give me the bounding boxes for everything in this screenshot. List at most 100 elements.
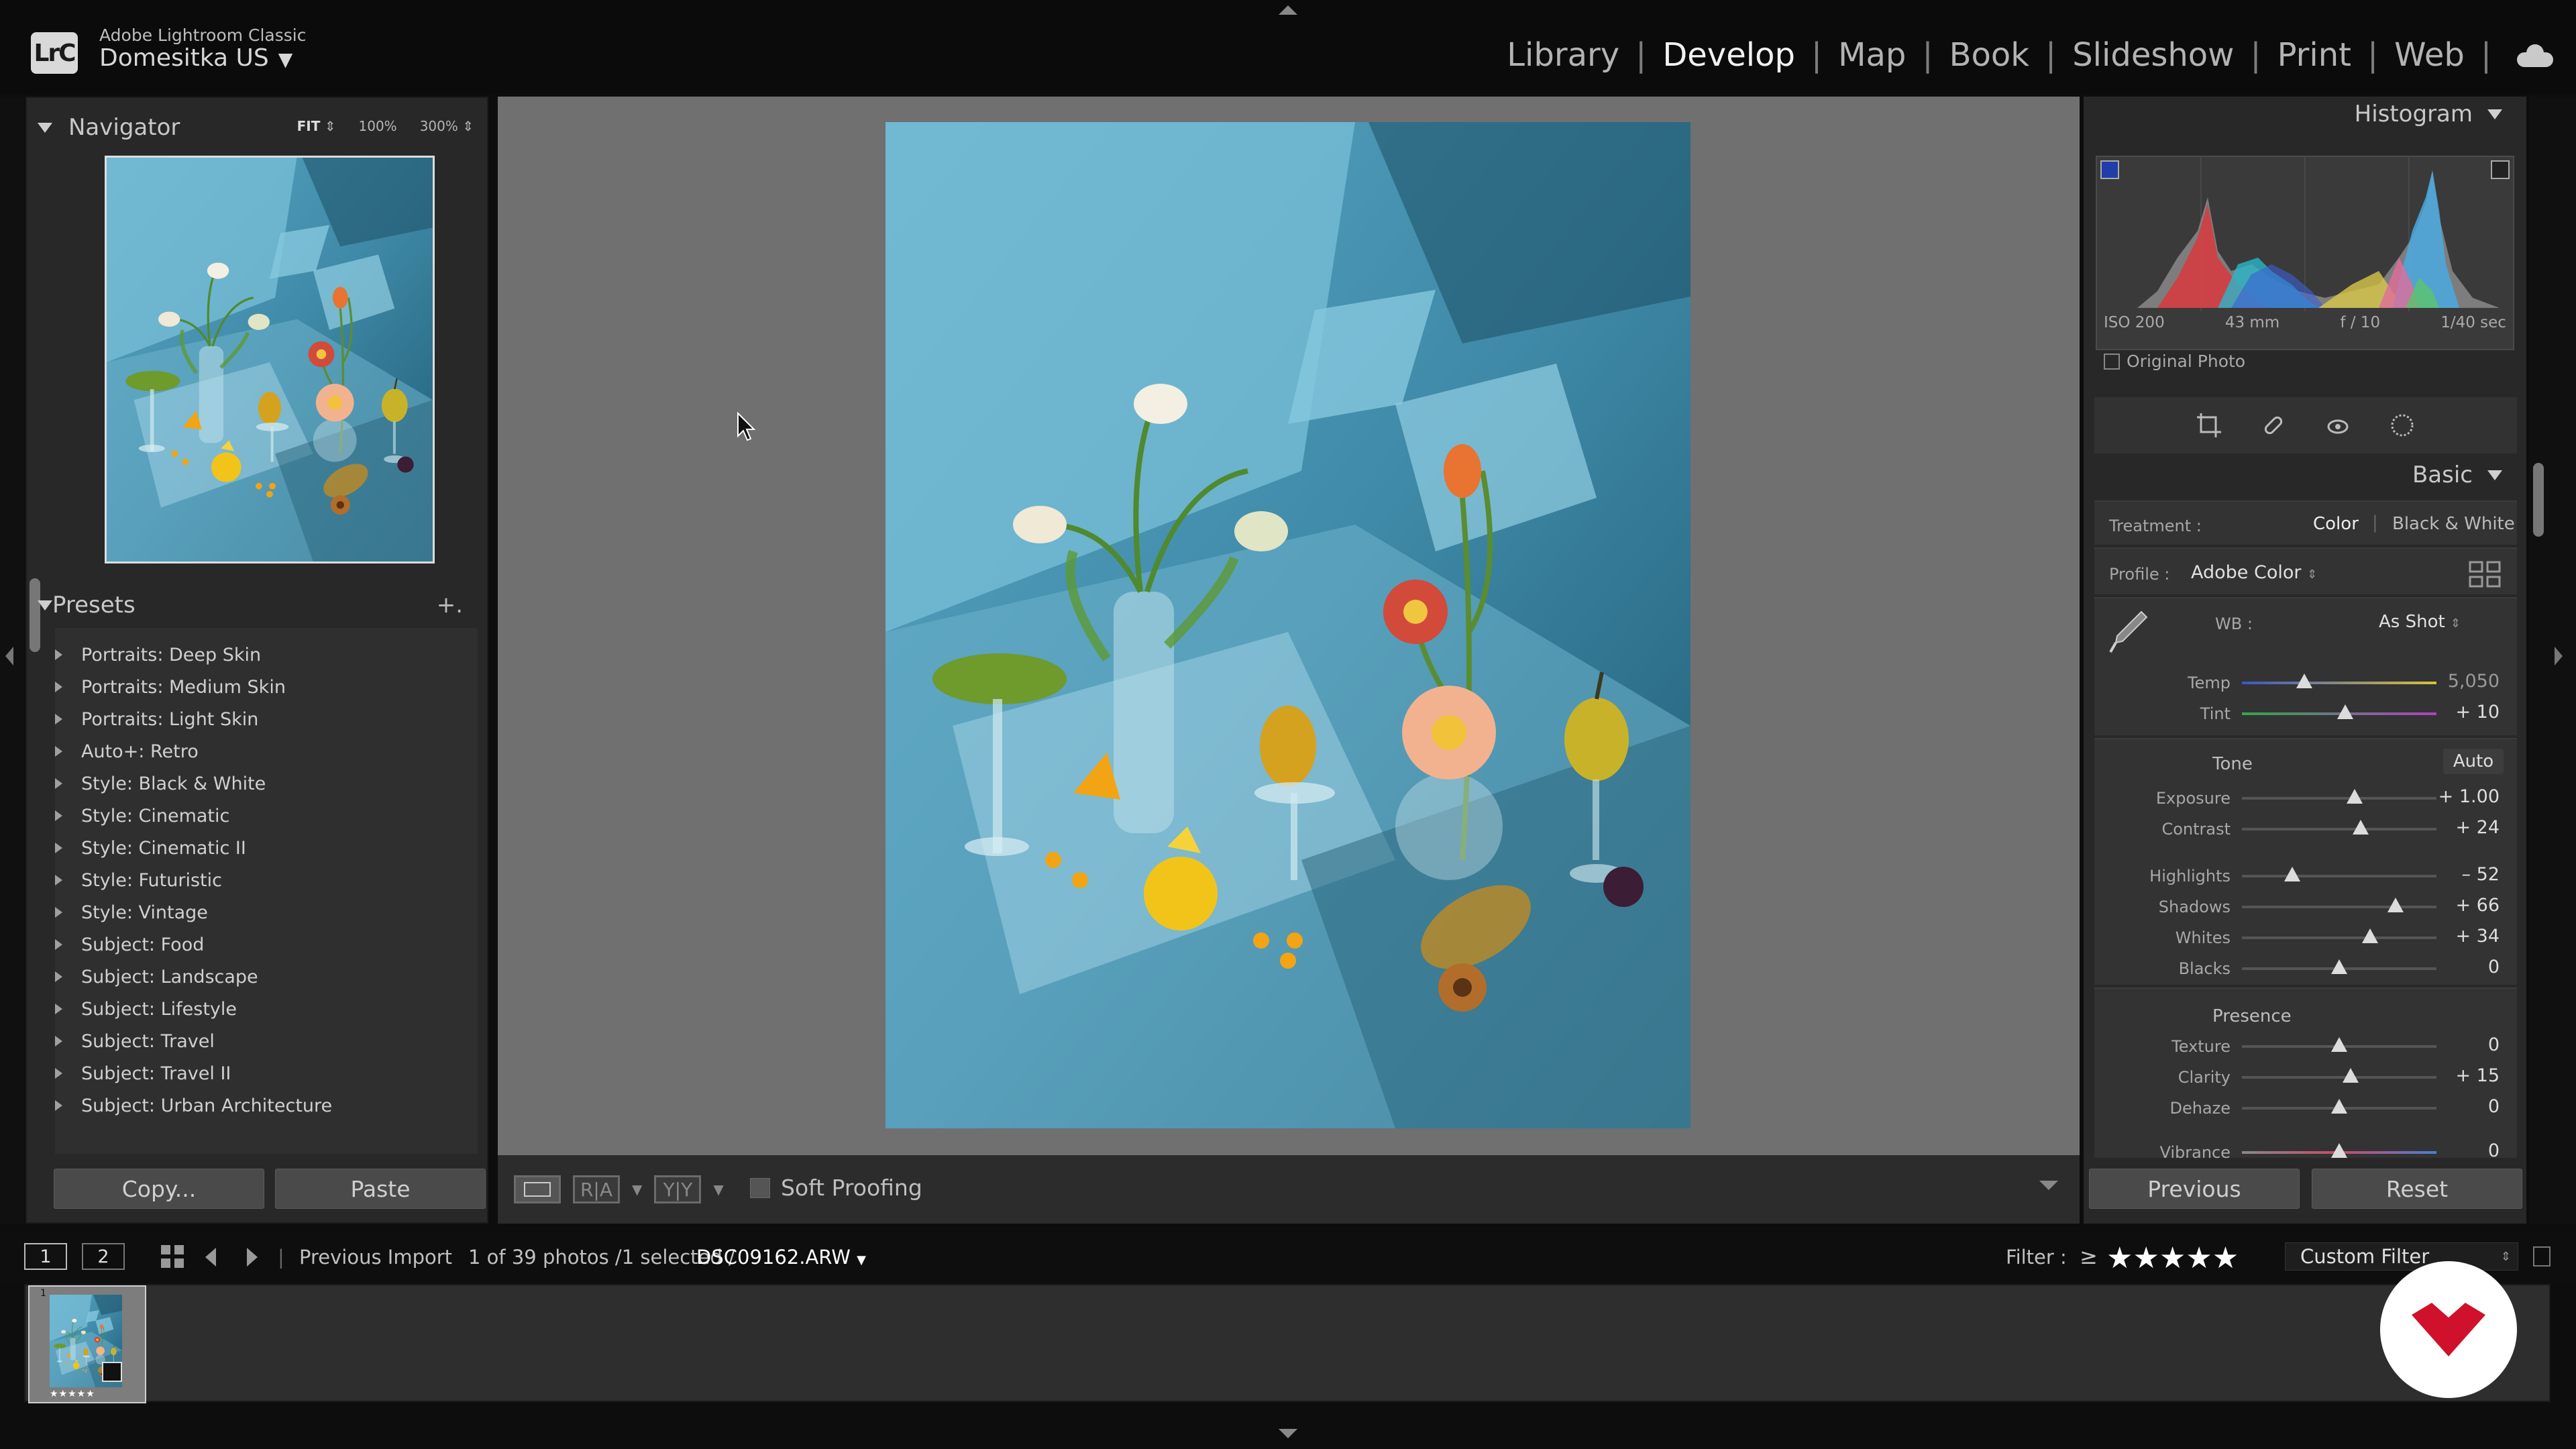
slider-track[interactable] [2242, 828, 2436, 830]
slider-thumb[interactable] [2284, 867, 2301, 881]
slider-temp[interactable]: Temp 5,050 [2094, 667, 2517, 698]
slider-track[interactable] [2242, 875, 2436, 877]
slider-exposure[interactable]: Exposure + 1.00 [2094, 782, 2517, 813]
before-after-menu-icon[interactable]: ▼ [632, 1181, 642, 1197]
wb-eyedropper-icon[interactable] [2108, 608, 2151, 656]
preset-folder[interactable]: Subject: Urban Architecture [55, 1089, 471, 1122]
treatment-bw-option[interactable]: Black & White [2392, 514, 2515, 534]
preset-folder[interactable]: Subject: Landscape [55, 961, 471, 993]
slider-track[interactable] [2242, 1076, 2436, 1079]
auto-tone-button[interactable]: Auto [2443, 749, 2504, 774]
expand-triangle-icon[interactable] [55, 1068, 62, 1079]
module-library[interactable]: Library [1504, 36, 1622, 74]
main-photo[interactable] [885, 122, 1690, 1128]
preset-folder[interactable]: Auto+: Retro [55, 735, 471, 767]
slider-track[interactable] [2242, 797, 2436, 800]
slider-thumb[interactable] [2331, 1143, 2347, 1158]
reset-button[interactable]: Reset [2312, 1169, 2522, 1209]
healing-brush-icon[interactable] [2258, 410, 2289, 441]
right-panel-scrollbar[interactable] [2533, 463, 2544, 537]
copy-button[interactable]: Copy... [54, 1169, 264, 1209]
collapse-triangle-icon[interactable] [38, 122, 52, 133]
slider-blacks[interactable]: Blacks 0 [2094, 953, 2517, 983]
slider-value[interactable]: 0 [2488, 957, 2500, 977]
collapse-triangle-icon[interactable] [38, 600, 52, 610]
slider-thumb[interactable] [2296, 674, 2312, 688]
preset-folder[interactable]: Portraits: Deep Skin [55, 639, 471, 671]
loupe-view-icon[interactable] [514, 1175, 561, 1203]
slider-thumb[interactable] [2343, 1068, 2359, 1083]
star-filter[interactable]: ★★★★★ [2106, 1241, 2239, 1275]
slider-thumb[interactable] [2362, 928, 2379, 943]
red-eye-icon[interactable] [2322, 410, 2353, 441]
slider-value[interactable]: – 52 [2462, 864, 2500, 885]
expand-triangle-icon[interactable] [55, 682, 62, 692]
zoom-300[interactable]: 300% ⇕ [420, 118, 474, 134]
expand-triangle-icon[interactable] [55, 1036, 62, 1046]
previous-button[interactable]: Previous [2089, 1169, 2300, 1209]
original-photo-toggle[interactable]: Original Photo [2104, 352, 2245, 371]
original-photo-checkbox[interactable] [2104, 353, 2120, 370]
masking-icon[interactable] [2387, 410, 2418, 441]
zoom-100[interactable]: 100% [359, 118, 397, 134]
left-panel-edge[interactable] [0, 97, 24, 1224]
expand-triangle-icon[interactable] [55, 714, 62, 724]
expand-triangle-icon[interactable] [55, 810, 62, 821]
back-arrow-icon[interactable] [201, 1246, 223, 1268]
forward-arrow-icon[interactable] [240, 1246, 262, 1268]
preset-folder[interactable]: Portraits: Medium Skin [55, 671, 471, 703]
slider-tint[interactable]: Tint + 10 [2094, 698, 2517, 729]
crop-icon[interactable] [2194, 410, 2224, 441]
module-map[interactable]: Map [1835, 36, 1909, 74]
slider-thumb[interactable] [2331, 1099, 2347, 1114]
preset-folder[interactable]: Style: Vintage [55, 896, 471, 928]
left-panel-toggle-icon[interactable] [5, 647, 13, 665]
slider-value[interactable]: 0 [2488, 1140, 2500, 1161]
slider-value[interactable]: + 1.00 [2438, 786, 2500, 807]
right-panel-toggle-icon[interactable] [2555, 647, 2563, 665]
secondary-screen-button[interactable]: 2 [82, 1243, 125, 1270]
slider-value[interactable]: 0 [2488, 1096, 2500, 1117]
slider-thumb[interactable] [2347, 789, 2363, 804]
preset-folder[interactable]: Style: Cinematic [55, 800, 471, 832]
slider-value[interactable]: 0 [2488, 1034, 2500, 1055]
cloud-icon[interactable] [2517, 44, 2553, 67]
catalog-name-menu[interactable]: Domesitka US ▼ [99, 44, 292, 72]
slider-value[interactable]: + 66 [2455, 895, 2500, 916]
slider-texture[interactable]: Texture 0 [2094, 1030, 2517, 1061]
slider-value[interactable]: + 24 [2455, 817, 2500, 838]
expand-triangle-icon[interactable] [55, 971, 62, 982]
add-preset-icon[interactable]: +. [437, 592, 463, 619]
expand-triangle-icon[interactable] [55, 746, 62, 757]
navigator-preview[interactable] [105, 156, 435, 564]
before-after-left-right-button[interactable]: R|A [573, 1175, 620, 1203]
wb-dropdown[interactable]: As Shot ⇕ [2379, 612, 2461, 632]
swap-menu-icon[interactable]: ▼ [713, 1181, 723, 1197]
slider-track[interactable] [2242, 936, 2436, 939]
source-label[interactable]: Previous Import [299, 1246, 452, 1269]
slider-thumb[interactable] [2352, 820, 2369, 835]
slider-thumb[interactable] [2331, 1037, 2347, 1052]
profile-browser-grid-icon[interactable] [2469, 561, 2501, 588]
slider-value[interactable]: 5,050 [2448, 671, 2500, 692]
expand-triangle-icon[interactable] [55, 1100, 62, 1111]
slider-value[interactable]: + 15 [2455, 1065, 2500, 1086]
module-develop[interactable]: Develop [1660, 36, 1798, 74]
preset-folder[interactable]: Portraits: Light Skin [55, 703, 471, 735]
basic-header[interactable]: Basic [2412, 462, 2502, 488]
right-panel-edge[interactable] [2529, 97, 2576, 1224]
filter-lock-icon[interactable] [2533, 1246, 2551, 1267]
filename-menu[interactable]: DSC09162.ARW ▼ [696, 1246, 866, 1269]
bottom-panel-toggle-icon[interactable] [1279, 1429, 1297, 1438]
module-web[interactable]: Web [2392, 36, 2467, 74]
slider-highlights[interactable]: Highlights – 52 [2094, 860, 2517, 891]
module-slideshow[interactable]: Slideshow [2070, 36, 2237, 74]
slider-value[interactable]: + 10 [2455, 702, 2500, 722]
soft-proofing-checkbox[interactable] [750, 1178, 770, 1198]
navigator-header[interactable]: Navigator FIT ⇕ 100% 300% ⇕ [38, 101, 480, 154]
slider-clarity[interactable]: Clarity + 15 [2094, 1061, 2517, 1092]
slider-track[interactable] [2242, 682, 2436, 684]
expand-triangle-icon[interactable] [55, 907, 62, 918]
expand-triangle-icon[interactable] [55, 939, 62, 950]
expand-triangle-icon[interactable] [55, 843, 62, 853]
